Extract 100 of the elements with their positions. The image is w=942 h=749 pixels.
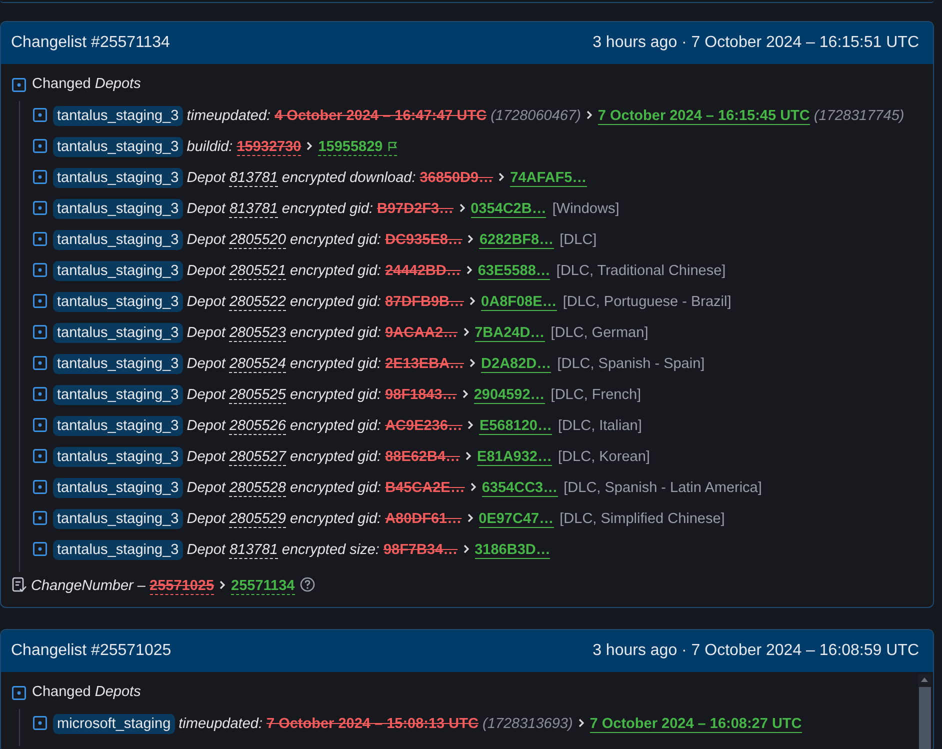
new-value-link[interactable]: D2A82D… [481,356,552,373]
field-key: encrypted download: [282,170,416,186]
old-value: 15932730 [236,139,302,156]
field-key: encrypted gid: [290,511,382,527]
field-key: encrypted gid: [290,387,382,403]
chevron-icon [466,513,474,523]
new-value-link[interactable]: 6354CC3… [482,480,558,497]
new-value-link[interactable]: 0E97C47… [478,511,554,528]
depot-label: Depot [186,480,226,496]
depot-link[interactable]: 2805524 [229,356,286,373]
chevron-icon [462,327,470,337]
new-value-link[interactable]: 74AFAF5… [510,170,587,187]
new-value-link[interactable]: E568120… [479,418,552,435]
app-badge[interactable]: tantalus_staging_3 [53,385,183,405]
depot-link[interactable]: 2805521 [229,263,286,280]
field-key: encrypted gid: [282,201,373,217]
app-badge[interactable]: tantalus_staging_3 [53,292,183,312]
chevron-icon [498,172,506,182]
raw-timestamp: (1728060467) [490,108,581,124]
new-value-link[interactable]: 25571134 [231,578,295,595]
changelist-title: Changelist #25571025 [11,641,172,661]
depot-label: Depot [186,170,226,186]
dash: – [137,578,146,594]
new-value-link[interactable]: 7 October 2024 – 16:08:27 UTC [590,716,802,733]
depot-link[interactable]: 2805520 [229,232,286,249]
collapse-toggle-icon[interactable] [33,232,47,246]
app-badge[interactable]: tantalus_staging_3 [53,168,183,188]
new-value-link[interactable]: E81A932… [477,449,552,466]
depot-link[interactable]: 813781 [229,170,278,187]
collapse-toggle-icon[interactable] [33,108,47,122]
collapse-toggle-icon[interactable] [33,542,47,556]
depot-link[interactable]: 2805528 [229,480,286,497]
depot-label: Depot [186,325,226,341]
collapse-toggle-icon[interactable] [33,511,47,525]
collapse-toggle-icon[interactable] [33,449,47,463]
depot-label: Depot [186,542,226,558]
depot-tag: [DLC, Portuguese - Brazil] [562,294,732,310]
app-badge[interactable]: tantalus_staging_3 [53,230,183,250]
depot-link[interactable]: 2805527 [229,449,286,466]
new-value-link[interactable]: 6282BF8… [479,232,554,249]
collapse-toggle-icon[interactable] [33,294,47,308]
chevron-icon [466,265,473,275]
raw-timestamp: (1728313693) [482,716,573,732]
new-value-link[interactable]: 63E5588… [478,263,550,280]
old-value: 2E13EBA… [385,356,464,372]
old-value: 7 October 2024 – 15:08:13 UTC [266,716,478,732]
app-badge[interactable]: tantalus_staging_3 [53,540,183,560]
old-value: A80DF61… [385,511,462,527]
depot-link[interactable]: 2805526 [229,418,286,435]
depot-link[interactable]: 2805522 [229,294,286,311]
collapse-toggle-icon[interactable] [12,686,26,700]
depot-link[interactable]: 813781 [229,542,278,559]
chevron-icon [458,203,466,213]
collapse-toggle-icon[interactable] [33,387,47,401]
old-value: 88E62B4… [385,449,460,465]
app-badge[interactable]: tantalus_staging_3 [53,447,183,467]
app-badge[interactable]: tantalus_staging_3 [53,106,183,126]
app-badge[interactable]: tantalus_staging_3 [53,137,183,157]
depot-link[interactable]: 813781 [229,201,278,218]
depot-link[interactable]: 2805529 [229,511,286,528]
depot-link[interactable]: 2805525 [229,387,286,404]
depot-link[interactable]: 2805523 [229,325,286,342]
new-value-link[interactable]: 15955829 [318,139,397,156]
app-badge[interactable]: tantalus_staging_3 [53,478,183,498]
new-value-link[interactable]: 0A8F08E… [481,294,557,311]
depot-label: Depot [186,387,226,403]
app-badge[interactable]: tantalus_staging_3 [53,323,183,343]
new-value-link[interactable]: 2904592… [474,387,545,404]
chevron-icon [469,296,476,306]
depot-tag: [DLC, Traditional Chinese] [556,263,726,279]
collapse-toggle-icon[interactable] [33,263,47,277]
field-key: encrypted gid: [290,449,382,465]
new-value-link[interactable]: 0354C2B… [470,201,546,218]
collapse-toggle-icon[interactable] [12,78,26,92]
depot-label: Depot [186,418,226,434]
collapse-toggle-icon[interactable] [33,716,47,730]
scrollbar[interactable] [918,674,931,749]
app-badge[interactable]: tantalus_staging_3 [53,261,183,281]
app-badge[interactable]: tantalus_staging_3 [53,416,183,436]
field-key: encrypted gid: [290,263,382,279]
collapse-toggle-icon[interactable] [33,139,47,153]
collapse-toggle-icon[interactable] [33,418,47,432]
old-value: 98F7B34… [383,542,458,558]
scroll-up-icon[interactable] [920,676,929,683]
collapse-toggle-icon[interactable] [33,325,47,339]
collapse-toggle-icon[interactable] [33,170,47,184]
collapse-toggle-icon[interactable] [33,356,47,370]
new-value-link[interactable]: 3186B3D… [474,542,550,559]
app-badge[interactable]: microsoft_staging [53,714,175,734]
chevron-icon [306,141,314,151]
collapse-toggle-icon[interactable] [33,480,47,494]
new-value-link[interactable]: 7 October 2024 – 16:15:45 UTC [598,108,810,125]
collapse-toggle-icon[interactable] [33,201,47,215]
depot-tag: [DLC, French] [550,387,642,403]
flag-icon[interactable] [386,141,397,152]
app-badge[interactable]: tantalus_staging_3 [53,199,183,219]
new-value-link[interactable]: 7BA24D… [474,325,545,342]
app-badge[interactable]: tantalus_staging_3 [53,509,183,529]
help-icon[interactable] [300,577,315,592]
app-badge[interactable]: tantalus_staging_3 [53,354,183,374]
